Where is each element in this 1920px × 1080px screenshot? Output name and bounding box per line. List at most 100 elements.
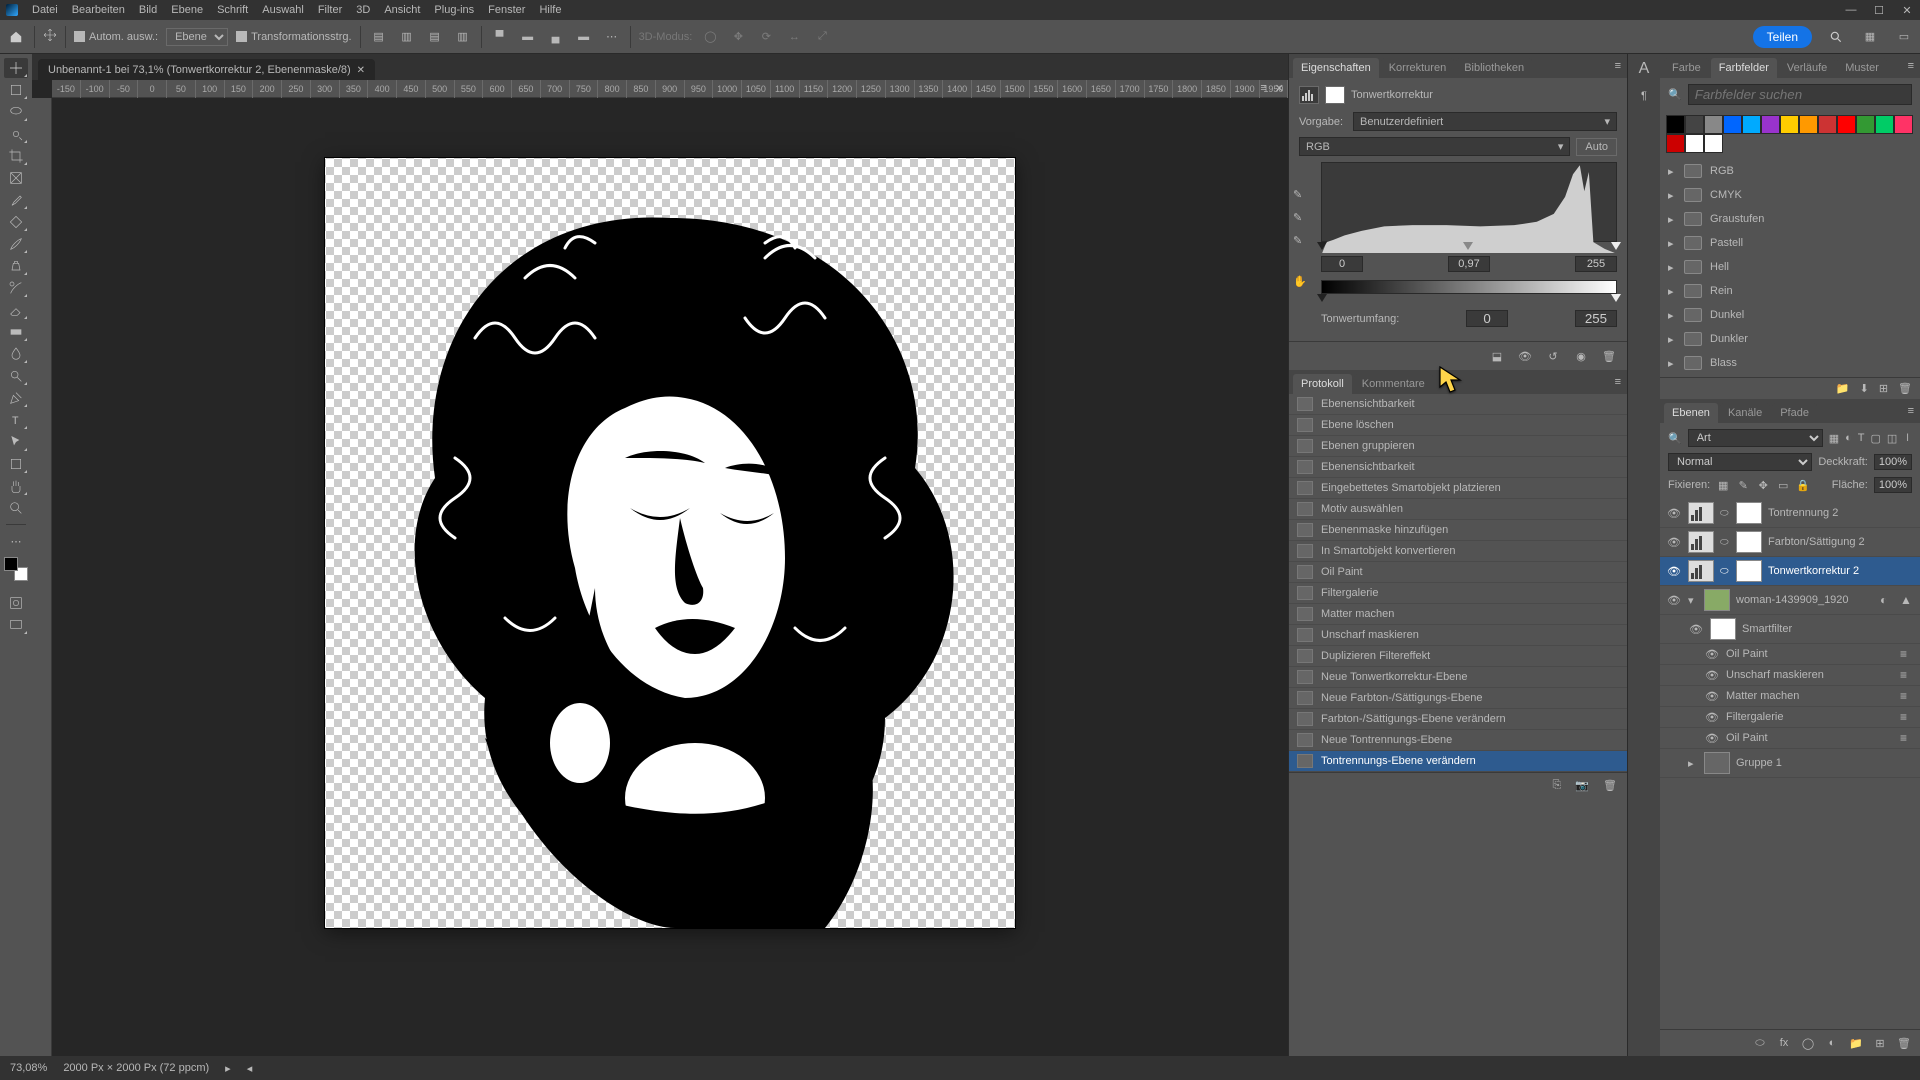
auto-select-checkbox[interactable]: Autom. ausw.:: [74, 31, 158, 43]
swatch-folder[interactable]: ▸Graustufen: [1666, 207, 1914, 231]
history-item[interactable]: Unscharf maskieren: [1289, 625, 1627, 646]
swatch[interactable]: [1742, 115, 1761, 134]
panel-menu-icon[interactable]: ≡: [1902, 405, 1920, 417]
auto-select-target[interactable]: Ebene: [166, 28, 228, 46]
brush-tool[interactable]: [4, 234, 28, 254]
swatch-search-input[interactable]: [1688, 84, 1912, 105]
layer-mask-icon[interactable]: ◯: [1800, 1036, 1816, 1050]
history-brush-tool[interactable]: [4, 278, 28, 298]
input-black-field[interactable]: [1321, 256, 1363, 272]
panel-menu-icon[interactable]: ≡: [1902, 60, 1920, 72]
filter-pixel-icon[interactable]: ▦: [1829, 432, 1839, 445]
swatch-folder[interactable]: ▸Pastell: [1666, 231, 1914, 255]
history-item[interactable]: Neue Tonwertkorrektur-Ebene: [1289, 667, 1627, 688]
preset-select[interactable]: Benutzerdefiniert▾: [1353, 112, 1617, 131]
new-group-icon[interactable]: 📁: [1848, 1036, 1864, 1050]
layer-row[interactable]: 👁Matter machen≡: [1660, 686, 1920, 707]
history-item[interactable]: Eingebettetes Smartobjekt platzieren: [1289, 478, 1627, 499]
output-slider[interactable]: [1321, 296, 1617, 304]
menu-filter[interactable]: Filter: [312, 2, 348, 18]
trash-icon[interactable]: 🗑: [1603, 779, 1617, 792]
menu-bearbeiten[interactable]: Bearbeiten: [66, 2, 131, 18]
swatch[interactable]: [1666, 134, 1685, 153]
chevron-right-icon[interactable]: ▸: [1688, 757, 1698, 770]
chevron-down-icon[interactable]: ▾: [1688, 594, 1698, 607]
history-item[interactable]: Filtergalerie: [1289, 583, 1627, 604]
swatch-folder[interactable]: ▸Blass: [1666, 351, 1914, 375]
swatch-folder[interactable]: ▸CMYK: [1666, 183, 1914, 207]
lock-artboard-icon[interactable]: ▭: [1776, 479, 1790, 492]
align-left-icon[interactable]: ▤: [369, 27, 389, 47]
mask-thumb[interactable]: [1736, 502, 1762, 524]
adjustment-layer-icon[interactable]: ◐: [1824, 1036, 1840, 1050]
input-gamma-field[interactable]: [1448, 256, 1490, 272]
zoom-tool[interactable]: [4, 498, 28, 518]
history-item[interactable]: Neue Farbton-/Sättigungs-Ebene: [1289, 688, 1627, 709]
output-black-field[interactable]: [1466, 310, 1508, 327]
visibility-icon[interactable]: 👁: [1704, 648, 1720, 661]
layer-row[interactable]: 👁Oil Paint≡: [1660, 644, 1920, 665]
layer-filter-select[interactable]: Art: [1688, 429, 1823, 447]
adjustment-thumb-icon[interactable]: [1688, 502, 1714, 524]
white-point-slider[interactable]: [1611, 242, 1621, 250]
tab-bibliotheken[interactable]: Bibliotheken: [1456, 58, 1532, 78]
foreground-color-swatch[interactable]: [4, 557, 18, 571]
trash-icon[interactable]: 🗑: [1601, 348, 1617, 364]
black-point-slider[interactable]: [1317, 242, 1327, 250]
layer-row[interactable]: 👁⬭Farbton/Sättigung 2: [1660, 528, 1920, 557]
tab-eigenschaften[interactable]: Eigenschaften: [1293, 58, 1379, 78]
lock-pixels-icon[interactable]: ✎: [1736, 479, 1750, 492]
history-item[interactable]: Oil Paint: [1289, 562, 1627, 583]
lasso-tool[interactable]: [4, 102, 28, 122]
output-black-slider[interactable]: [1317, 294, 1327, 302]
align-right-icon[interactable]: ▤: [425, 27, 445, 47]
color-swatches[interactable]: [4, 557, 28, 581]
tab-muster[interactable]: Muster: [1837, 58, 1887, 78]
filter-shape-icon[interactable]: ▢: [1870, 432, 1880, 445]
history-item[interactable]: In Smartobjekt konvertieren: [1289, 541, 1627, 562]
swatch-folder[interactable]: ▸Rein: [1666, 279, 1914, 303]
previous-state-icon[interactable]: ◉: [1573, 348, 1589, 364]
layer-name[interactable]: Oil Paint: [1726, 732, 1768, 744]
move-tool-icon[interactable]: [43, 28, 57, 45]
trash-icon[interactable]: 🗑: [1896, 1036, 1912, 1050]
filter-options-icon[interactable]: ≡: [1900, 647, 1914, 661]
layer-row[interactable]: 👁Filtergalerie≡: [1660, 707, 1920, 728]
history-item[interactable]: Ebenensichtbarkeit: [1289, 394, 1627, 415]
tab-ebenen[interactable]: Ebenen: [1664, 403, 1718, 423]
quickmask-icon[interactable]: [4, 593, 28, 613]
history-item[interactable]: Duplizieren Filtereffekt: [1289, 646, 1627, 667]
history-item[interactable]: Matter machen: [1289, 604, 1627, 625]
menu-datei[interactable]: Datei: [26, 2, 64, 18]
swatch[interactable]: [1704, 134, 1723, 153]
swatch-folder[interactable]: ▸RGB: [1666, 159, 1914, 183]
layer-name[interactable]: Farbton/Sättigung 2: [1768, 536, 1865, 548]
panel-menu-icon[interactable]: ≡: [1609, 60, 1627, 72]
path-select-tool[interactable]: [4, 432, 28, 452]
tab-kanaele[interactable]: Kanäle: [1720, 403, 1770, 423]
tab-protokoll[interactable]: Protokoll: [1293, 374, 1352, 394]
tab-farbfelder[interactable]: Farbfelder: [1711, 58, 1777, 78]
search-icon[interactable]: [1826, 27, 1846, 47]
swatch[interactable]: [1685, 134, 1704, 153]
edit-toolbar-icon[interactable]: ⋯: [4, 531, 28, 551]
swatch-folder[interactable]: ▸Dunkler: [1666, 327, 1914, 351]
history-list[interactable]: EbenensichtbarkeitEbene löschenEbenen gr…: [1289, 394, 1627, 772]
layer-row[interactable]: 👁⬭Tonwertkorrektur 2: [1660, 557, 1920, 586]
filter-options-icon[interactable]: ≡: [1900, 689, 1914, 703]
swatch[interactable]: [1818, 115, 1837, 134]
new-swatch-icon[interactable]: ⊞: [1879, 382, 1888, 395]
smartobject-thumb[interactable]: [1704, 589, 1730, 611]
menu-fenster[interactable]: Fenster: [482, 2, 531, 18]
swatch[interactable]: [1704, 115, 1723, 134]
filter-options-icon[interactable]: ≡: [1900, 731, 1914, 745]
align-center-v-icon[interactable]: ▬: [518, 27, 538, 47]
filter-options-icon[interactable]: ≡: [1900, 668, 1914, 682]
menu-plugins[interactable]: Plug-ins: [428, 2, 480, 18]
artboard-tool[interactable]: [4, 80, 28, 100]
tab-pfade[interactable]: Pfade: [1772, 403, 1817, 423]
filter-type-icon[interactable]: T: [1858, 432, 1865, 444]
pen-tool[interactable]: [4, 388, 28, 408]
output-gradient[interactable]: [1321, 280, 1617, 294]
panel-menu-icon[interactable]: ≡: [1609, 376, 1627, 388]
